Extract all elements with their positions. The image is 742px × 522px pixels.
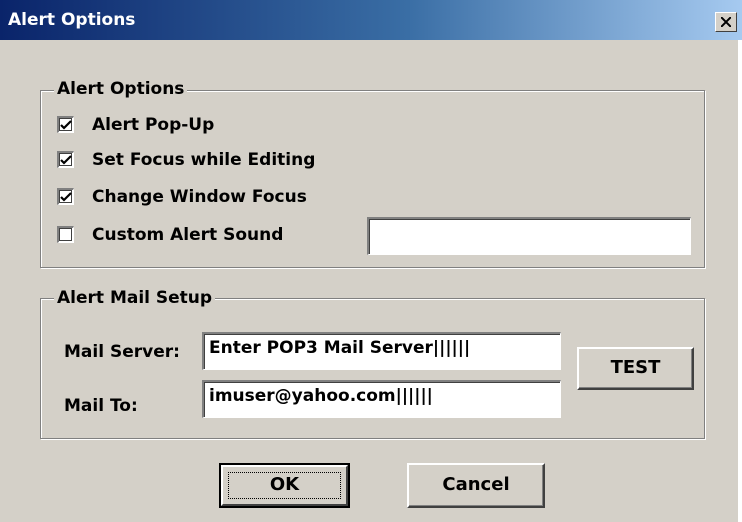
close-button[interactable] [715,12,737,32]
checkbox-set-focus[interactable] [57,151,74,168]
cancel-button[interactable]: Cancel [407,463,545,508]
mail-to-input[interactable]: imuser@yahoo.com|||||| [202,380,561,418]
ok-button-label: OK [269,474,300,495]
window-border [738,40,742,522]
mail-server-value: Enter POP3 Mail Server [209,338,433,358]
trailing-marks: |||||| [432,338,471,358]
close-icon [721,17,731,27]
mail-to-label: Mail To: [64,396,138,416]
checkbox-change-focus[interactable] [57,188,74,205]
mail-server-input[interactable]: Enter POP3 Mail Server|||||| [202,332,561,370]
mail-setup-legend: Alert Mail Setup [54,288,216,308]
checkmark-icon [60,120,72,130]
checkbox-label: Custom Alert Sound [92,225,284,245]
custom-sound-input[interactable] [367,217,691,255]
window-title: Alert Options [8,10,136,30]
checkbox-custom-sound[interactable] [57,226,74,243]
mail-server-label: Mail Server: [64,342,180,362]
mail-to-value: imuser@yahoo.com [209,386,396,406]
checkbox-label: Set Focus while Editing [92,150,316,170]
test-button[interactable]: TEST [577,347,694,390]
checkmark-icon [60,155,72,165]
trailing-marks: |||||| [395,386,433,406]
title-bar[interactable]: Alert Options [0,0,742,40]
alert-options-legend: Alert Options [54,79,188,99]
checkbox-alert-popup[interactable] [57,116,74,133]
checkbox-label: Change Window Focus [92,187,307,207]
checkbox-label: Alert Pop-Up [92,115,215,135]
ok-button[interactable]: OK [219,463,350,508]
checkmark-icon [60,192,72,202]
